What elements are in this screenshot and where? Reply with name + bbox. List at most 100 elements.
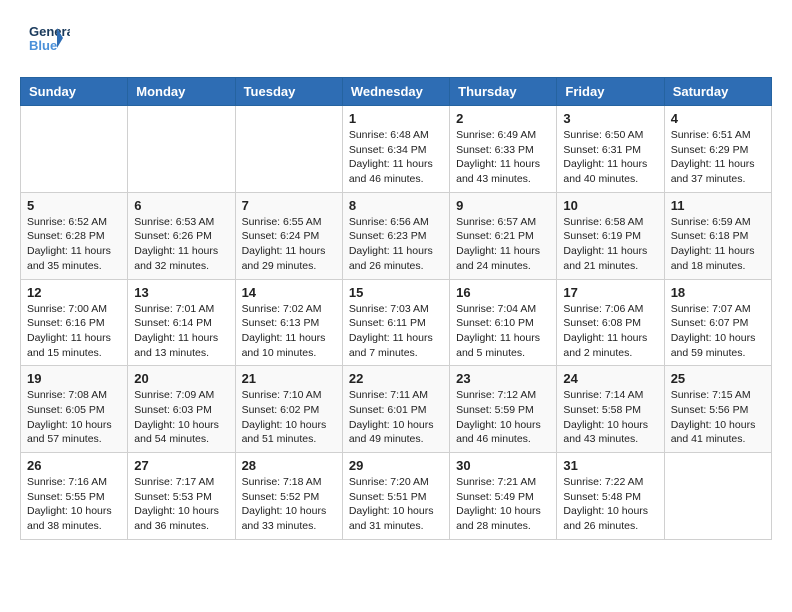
day-info: Sunrise: 6:56 AM Sunset: 6:23 PM Dayligh… <box>349 215 443 274</box>
calendar-cell: 18 Sunrise: 7:07 AM Sunset: 6:07 PM Dayli… <box>664 279 771 366</box>
day-number: 29 <box>349 458 443 473</box>
day-info: Sunrise: 6:58 AM Sunset: 6:19 PM Dayligh… <box>563 215 657 274</box>
day-info: Sunrise: 6:53 AM Sunset: 6:26 PM Dayligh… <box>134 215 228 274</box>
calendar-cell: 6 Sunrise: 6:53 AM Sunset: 6:26 PM Daylig… <box>128 192 235 279</box>
day-info: Sunrise: 6:49 AM Sunset: 6:33 PM Dayligh… <box>456 128 550 187</box>
calendar-cell: 16 Sunrise: 7:04 AM Sunset: 6:10 PM Dayli… <box>450 279 557 366</box>
day-info: Sunrise: 7:14 AM Sunset: 5:58 PM Dayligh… <box>563 388 657 447</box>
day-number: 30 <box>456 458 550 473</box>
calendar-cell: 17 Sunrise: 7:06 AM Sunset: 6:08 PM Dayli… <box>557 279 664 366</box>
calendar-cell <box>235 106 342 193</box>
day-info: Sunrise: 7:02 AM Sunset: 6:13 PM Dayligh… <box>242 302 336 361</box>
calendar-cell: 2 Sunrise: 6:49 AM Sunset: 6:33 PM Daylig… <box>450 106 557 193</box>
calendar-cell: 12 Sunrise: 7:00 AM Sunset: 6:16 PM Dayli… <box>21 279 128 366</box>
day-number: 12 <box>27 285 121 300</box>
day-number: 5 <box>27 198 121 213</box>
calendar-day-header: Monday <box>128 78 235 106</box>
calendar-week-row: 1 Sunrise: 6:48 AM Sunset: 6:34 PM Daylig… <box>21 106 772 193</box>
day-info: Sunrise: 6:51 AM Sunset: 6:29 PM Dayligh… <box>671 128 765 187</box>
calendar-cell: 9 Sunrise: 6:57 AM Sunset: 6:21 PM Daylig… <box>450 192 557 279</box>
day-info: Sunrise: 7:15 AM Sunset: 5:56 PM Dayligh… <box>671 388 765 447</box>
day-number: 21 <box>242 371 336 386</box>
day-info: Sunrise: 7:07 AM Sunset: 6:07 PM Dayligh… <box>671 302 765 361</box>
calendar-table: SundayMondayTuesdayWednesdayThursdayFrid… <box>20 77 772 540</box>
calendar-day-header: Sunday <box>21 78 128 106</box>
day-number: 23 <box>456 371 550 386</box>
calendar-cell: 11 Sunrise: 6:59 AM Sunset: 6:18 PM Dayli… <box>664 192 771 279</box>
calendar-week-row: 5 Sunrise: 6:52 AM Sunset: 6:28 PM Daylig… <box>21 192 772 279</box>
calendar-cell: 13 Sunrise: 7:01 AM Sunset: 6:14 PM Dayli… <box>128 279 235 366</box>
calendar-cell: 1 Sunrise: 6:48 AM Sunset: 6:34 PM Daylig… <box>342 106 449 193</box>
day-number: 8 <box>349 198 443 213</box>
calendar-cell: 5 Sunrise: 6:52 AM Sunset: 6:28 PM Daylig… <box>21 192 128 279</box>
day-number: 4 <box>671 111 765 126</box>
calendar-week-row: 19 Sunrise: 7:08 AM Sunset: 6:05 PM Dayli… <box>21 366 772 453</box>
day-number: 28 <box>242 458 336 473</box>
day-number: 27 <box>134 458 228 473</box>
day-info: Sunrise: 7:01 AM Sunset: 6:14 PM Dayligh… <box>134 302 228 361</box>
calendar-cell: 8 Sunrise: 6:56 AM Sunset: 6:23 PM Daylig… <box>342 192 449 279</box>
day-info: Sunrise: 7:06 AM Sunset: 6:08 PM Dayligh… <box>563 302 657 361</box>
svg-text:General: General <box>29 24 70 39</box>
day-info: Sunrise: 7:08 AM Sunset: 6:05 PM Dayligh… <box>27 388 121 447</box>
calendar-cell: 30Sunrise: 7:21 AM Sunset: 5:49 PM Dayli… <box>450 453 557 540</box>
day-info: Sunrise: 7:18 AM Sunset: 5:52 PM Dayligh… <box>242 475 336 534</box>
day-info: Sunrise: 6:48 AM Sunset: 6:34 PM Dayligh… <box>349 128 443 187</box>
calendar-week-row: 26 Sunrise: 7:16 AM Sunset: 5:55 PM Dayli… <box>21 453 772 540</box>
calendar-week-row: 12 Sunrise: 7:00 AM Sunset: 6:16 PM Dayli… <box>21 279 772 366</box>
day-number: 20 <box>134 371 228 386</box>
day-info: Sunrise: 6:52 AM Sunset: 6:28 PM Dayligh… <box>27 215 121 274</box>
day-number: 9 <box>456 198 550 213</box>
day-info: Sunrise: 6:55 AM Sunset: 6:24 PM Dayligh… <box>242 215 336 274</box>
calendar-day-header: Wednesday <box>342 78 449 106</box>
logo: General Blue <box>20 20 70 61</box>
day-number: 1 <box>349 111 443 126</box>
calendar-cell: 23Sunrise: 7:12 AM Sunset: 5:59 PM Dayli… <box>450 366 557 453</box>
day-number: 19 <box>27 371 121 386</box>
day-info: Sunrise: 7:03 AM Sunset: 6:11 PM Dayligh… <box>349 302 443 361</box>
day-number: 24 <box>563 371 657 386</box>
day-info: Sunrise: 6:57 AM Sunset: 6:21 PM Dayligh… <box>456 215 550 274</box>
calendar-cell <box>664 453 771 540</box>
svg-text:Blue: Blue <box>29 38 57 53</box>
day-number: 2 <box>456 111 550 126</box>
day-info: Sunrise: 7:16 AM Sunset: 5:55 PM Dayligh… <box>27 475 121 534</box>
day-number: 10 <box>563 198 657 213</box>
calendar-cell: 27 Sunrise: 7:17 AM Sunset: 5:53 PM Dayli… <box>128 453 235 540</box>
day-number: 13 <box>134 285 228 300</box>
day-number: 15 <box>349 285 443 300</box>
calendar-cell: 29 Sunrise: 7:20 AM Sunset: 5:51 PM Dayli… <box>342 453 449 540</box>
calendar-cell: 25 Sunrise: 7:15 AM Sunset: 5:56 PM Dayli… <box>664 366 771 453</box>
calendar-cell: 19 Sunrise: 7:08 AM Sunset: 6:05 PM Dayli… <box>21 366 128 453</box>
day-number: 26 <box>27 458 121 473</box>
day-info: Sunrise: 7:04 AM Sunset: 6:10 PM Dayligh… <box>456 302 550 361</box>
calendar-header-row: SundayMondayTuesdayWednesdayThursdayFrid… <box>21 78 772 106</box>
day-number: 31 <box>563 458 657 473</box>
day-info: Sunrise: 7:11 AM Sunset: 6:01 PM Dayligh… <box>349 388 443 447</box>
day-number: 22 <box>349 371 443 386</box>
day-info: Sunrise: 7:20 AM Sunset: 5:51 PM Dayligh… <box>349 475 443 534</box>
calendar-day-header: Friday <box>557 78 664 106</box>
day-number: 11 <box>671 198 765 213</box>
day-number: 17 <box>563 285 657 300</box>
day-info: Sunrise: 7:00 AM Sunset: 6:16 PM Dayligh… <box>27 302 121 361</box>
day-number: 16 <box>456 285 550 300</box>
day-info: Sunrise: 7:10 AM Sunset: 6:02 PM Dayligh… <box>242 388 336 447</box>
day-info: Sunrise: 7:09 AM Sunset: 6:03 PM Dayligh… <box>134 388 228 447</box>
calendar-cell: 24 Sunrise: 7:14 AM Sunset: 5:58 PM Dayli… <box>557 366 664 453</box>
calendar-day-header: Thursday <box>450 78 557 106</box>
day-number: 18 <box>671 285 765 300</box>
calendar-cell: 22 Sunrise: 7:11 AM Sunset: 6:01 PM Dayli… <box>342 366 449 453</box>
calendar-day-header: Saturday <box>664 78 771 106</box>
day-info: Sunrise: 7:17 AM Sunset: 5:53 PM Dayligh… <box>134 475 228 534</box>
calendar-cell: 15 Sunrise: 7:03 AM Sunset: 6:11 PM Dayli… <box>342 279 449 366</box>
day-info: Sunrise: 7:22 AM Sunset: 5:48 PM Dayligh… <box>563 475 657 534</box>
day-info: Sunrise: 6:59 AM Sunset: 6:18 PM Dayligh… <box>671 215 765 274</box>
calendar-cell: 26 Sunrise: 7:16 AM Sunset: 5:55 PM Dayli… <box>21 453 128 540</box>
calendar-day-header: Tuesday <box>235 78 342 106</box>
day-number: 25 <box>671 371 765 386</box>
day-number: 6 <box>134 198 228 213</box>
calendar-cell: 20 Sunrise: 7:09 AM Sunset: 6:03 PM Dayli… <box>128 366 235 453</box>
day-number: 3 <box>563 111 657 126</box>
calendar-cell: 10 Sunrise: 6:58 AM Sunset: 6:19 PM Dayli… <box>557 192 664 279</box>
